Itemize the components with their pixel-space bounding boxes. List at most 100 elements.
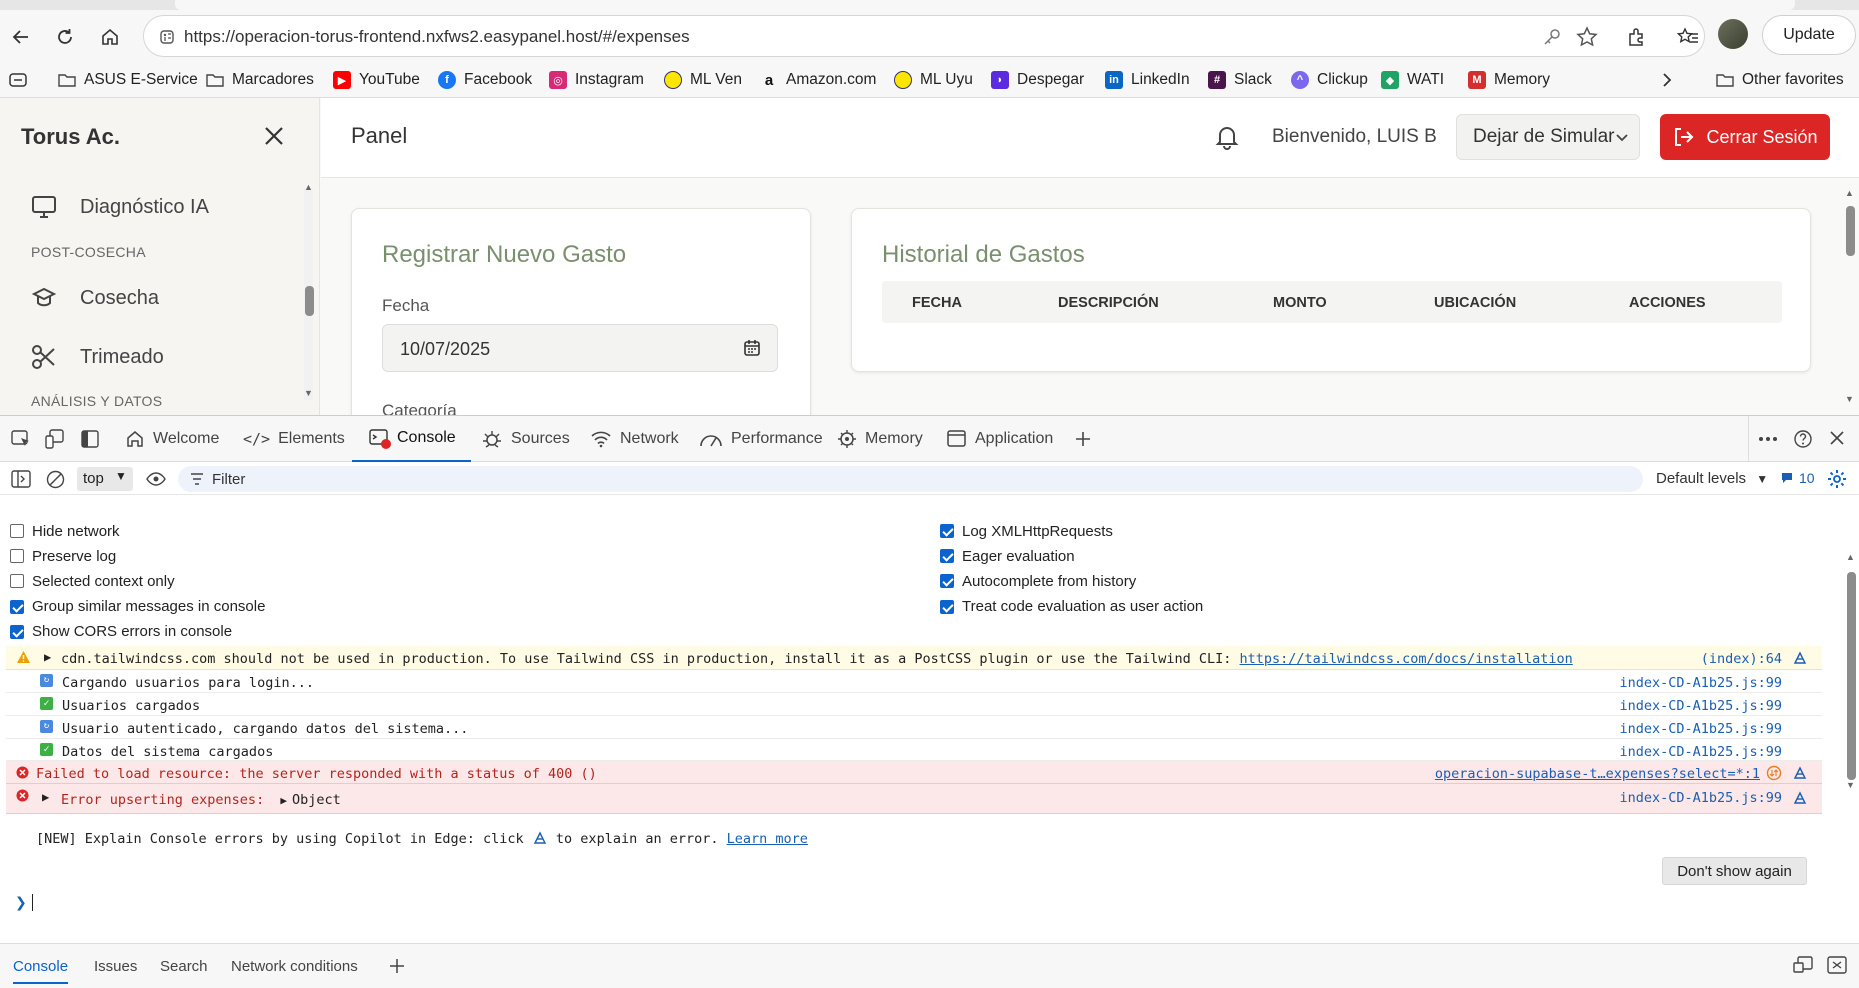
live-expression-eye-icon[interactable] <box>146 471 166 487</box>
close-sidebar-icon[interactable] <box>263 125 285 147</box>
drawer-tab-network-conditions[interactable]: Network conditions <box>231 958 358 975</box>
message-source-link[interactable]: index-CD-A1b25.js:99 <box>1619 698 1782 714</box>
left-setting-row[interactable]: Preserve log <box>10 544 116 568</box>
close-devtools-icon[interactable] <box>1829 430 1845 446</box>
toggle-sidebar-icon[interactable] <box>11 470 31 488</box>
console-error-row[interactable]: ▶ Error upserting expenses: ▶ Object inde… <box>6 784 1822 814</box>
drawer-tab-issues[interactable]: Issues <box>94 958 137 975</box>
object-preview[interactable]: Object <box>292 792 341 808</box>
tab-console[interactable]: Console <box>352 416 471 462</box>
clear-console-icon[interactable] <box>46 470 65 489</box>
column-header[interactable]: FECHA <box>912 295 962 311</box>
issues-counter[interactable]: 10 <box>1780 470 1815 486</box>
console-settings-gear-icon[interactable] <box>1826 468 1848 490</box>
calendar-icon[interactable] <box>743 339 761 357</box>
other-favorites[interactable]: Other favorites <box>1716 68 1844 92</box>
more-options-icon[interactable] <box>1758 436 1778 442</box>
fecha-input[interactable]: 10/07/2025 <box>382 324 778 372</box>
bookmark-item[interactable]: # Slack <box>1208 68 1272 92</box>
main-scrollbar[interactable]: ▲ ▼ <box>1845 188 1857 408</box>
tab-application[interactable]: Application <box>947 416 1053 462</box>
right-setting-row[interactable]: Log XMLHttpRequests <box>940 519 1113 543</box>
drawer-tab-search[interactable]: Search <box>160 958 208 975</box>
tab-sources[interactable]: Sources <box>481 416 570 462</box>
column-header[interactable]: UBICACIÓN <box>1434 295 1516 311</box>
column-header[interactable]: ACCIONES <box>1629 295 1706 311</box>
bookmark-item[interactable]: ^ Clickup <box>1291 68 1368 92</box>
bookmark-item[interactable]: ASUS E-Service <box>58 68 198 92</box>
message-source-link[interactable]: index-CD-A1b25.js:99 <box>1619 721 1782 737</box>
bookmark-item[interactable]: ▶ YouTube <box>333 68 420 92</box>
left-setting-row[interactable]: Show CORS errors in console <box>10 620 232 644</box>
favorites-icon[interactable] <box>1673 22 1703 52</box>
tab-memory[interactable]: Memory <box>837 416 923 462</box>
console-scrollbar[interactable]: ▲ <box>1845 552 1857 790</box>
back-icon[interactable] <box>6 22 36 52</box>
sidebar-item-diagnostico[interactable]: Diagnóstico IA <box>30 192 209 222</box>
copilot-explain-icon[interactable] <box>1792 765 1808 781</box>
console-log-row[interactable]: ↻ Cargando usuarios para login... index-… <box>6 670 1822 693</box>
bookmark-item[interactable]: Marcadores <box>206 68 314 92</box>
bell-icon[interactable] <box>1214 124 1240 150</box>
sidebar-item-trimeado[interactable]: Trimeado <box>30 342 164 372</box>
close-drawer-icon[interactable] <box>1827 956 1847 974</box>
home-icon[interactable] <box>95 22 125 52</box>
simulate-select[interactable]: Dejar de Simular <box>1456 114 1640 160</box>
extensions-icon[interactable] <box>1622 22 1652 52</box>
checkbox[interactable] <box>10 624 24 639</box>
inspect-element-icon[interactable] <box>11 430 31 448</box>
right-setting-row[interactable]: Autocomplete from history <box>940 569 1136 593</box>
column-header[interactable]: DESCRIPCIÓN <box>1058 295 1159 311</box>
learn-more-link[interactable]: Learn more <box>727 831 808 847</box>
console-log-row[interactable]: ✓ Usuarios cargados index-CD-A1b25.js:99 <box>6 693 1822 716</box>
right-setting-row[interactable]: Eager evaluation <box>940 544 1075 568</box>
bookmark-item[interactable]: ML Uyu <box>894 68 973 92</box>
bookmark-item[interactable]: M Memory <box>1468 68 1550 92</box>
checkbox[interactable] <box>10 549 24 564</box>
copilot-explain-icon[interactable] <box>1792 650 1808 666</box>
bookmark-item[interactable]: ◗ Despegar <box>991 68 1084 92</box>
tab-actions-icon[interactable] <box>8 68 28 92</box>
copilot-explain-icon[interactable] <box>1792 790 1808 806</box>
site-info-icon[interactable] <box>159 29 175 45</box>
dock-drawer-icon[interactable] <box>1793 956 1813 974</box>
dont-show-again-button[interactable]: Don't show again <box>1662 857 1807 885</box>
dock-sidebar-icon[interactable] <box>81 430 99 448</box>
tab-welcome[interactable]: Welcome <box>125 416 219 462</box>
message-source-link[interactable]: index-CD-A1b25.js:99 <box>1619 744 1782 760</box>
left-setting-row[interactable]: Selected context only <box>10 569 175 593</box>
checkbox[interactable] <box>10 524 24 538</box>
left-setting-row[interactable]: Hide network <box>10 519 120 543</box>
message-source-link[interactable]: operacion-supabase-t…expenses?select=*:1 <box>1435 766 1760 782</box>
device-emulation-icon[interactable] <box>45 429 65 449</box>
checkbox[interactable] <box>10 599 24 614</box>
checkbox[interactable] <box>940 524 954 538</box>
tab-performance[interactable]: Performance <box>699 416 823 462</box>
sidebar-scroll-thumb[interactable] <box>305 286 314 316</box>
checkbox[interactable] <box>10 574 24 589</box>
left-setting-row[interactable]: Group similar messages in console <box>10 595 265 619</box>
update-button[interactable]: Update <box>1762 15 1856 55</box>
console-log-row[interactable]: ✓ Datos del sistema cargados index-CD-A1… <box>6 739 1822 761</box>
log-levels-dropdown[interactable]: Default levels ▼ <box>1656 470 1768 487</box>
network-request-icon[interactable] <box>1766 765 1782 781</box>
checkbox[interactable] <box>940 549 954 564</box>
console-input[interactable] <box>32 894 33 911</box>
more-bookmarks-chevron-icon[interactable] <box>1660 68 1674 92</box>
message-source-link[interactable]: index-CD-A1b25.js:99 <box>1619 790 1782 806</box>
console-error-row[interactable]: Failed to load resource: the server resp… <box>6 761 1822 784</box>
bookmark-item[interactable]: a Amazon.com <box>760 68 877 92</box>
right-setting-row[interactable]: Treat code evaluation as user action <box>940 595 1203 619</box>
expand-triangle-icon[interactable]: ▶ <box>42 790 49 804</box>
console-warning-row[interactable]: ▶ cdn.tailwindcss.com should not be used… <box>6 646 1822 670</box>
console-filter-input[interactable]: Filter <box>178 466 1643 492</box>
favorite-star-icon[interactable] <box>1576 26 1598 48</box>
drawer-tab-console[interactable]: Console <box>13 958 69 984</box>
profile-avatar[interactable] <box>1718 19 1748 49</box>
add-tab-plus-icon[interactable] <box>1074 430 1092 448</box>
add-drawer-tab-plus-icon[interactable] <box>389 958 405 974</box>
context-selector[interactable]: top ▼ <box>77 467 133 491</box>
checkbox[interactable] <box>940 599 954 614</box>
checkbox[interactable] <box>940 574 954 589</box>
help-icon[interactable] <box>1793 429 1813 449</box>
